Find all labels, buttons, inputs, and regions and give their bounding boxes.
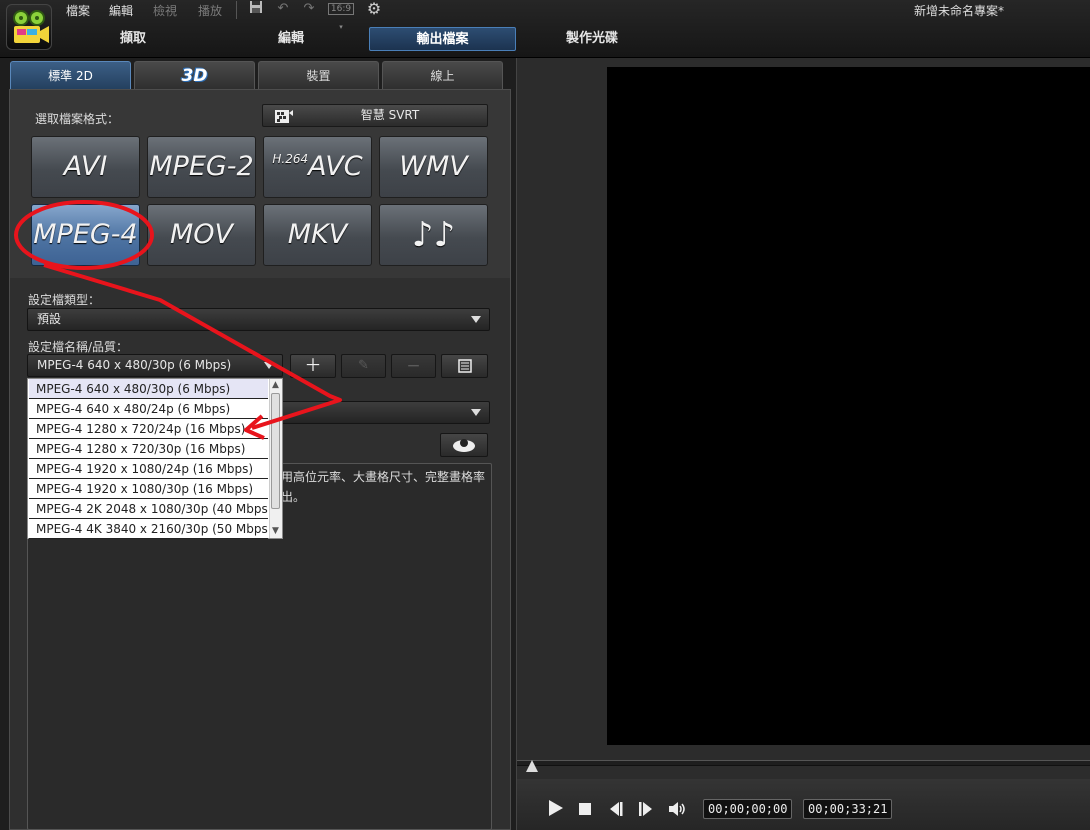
annotation-arrow-line	[43, 263, 342, 430]
annotation-overlay	[14, 200, 342, 440]
annotation-circle	[14, 200, 154, 270]
